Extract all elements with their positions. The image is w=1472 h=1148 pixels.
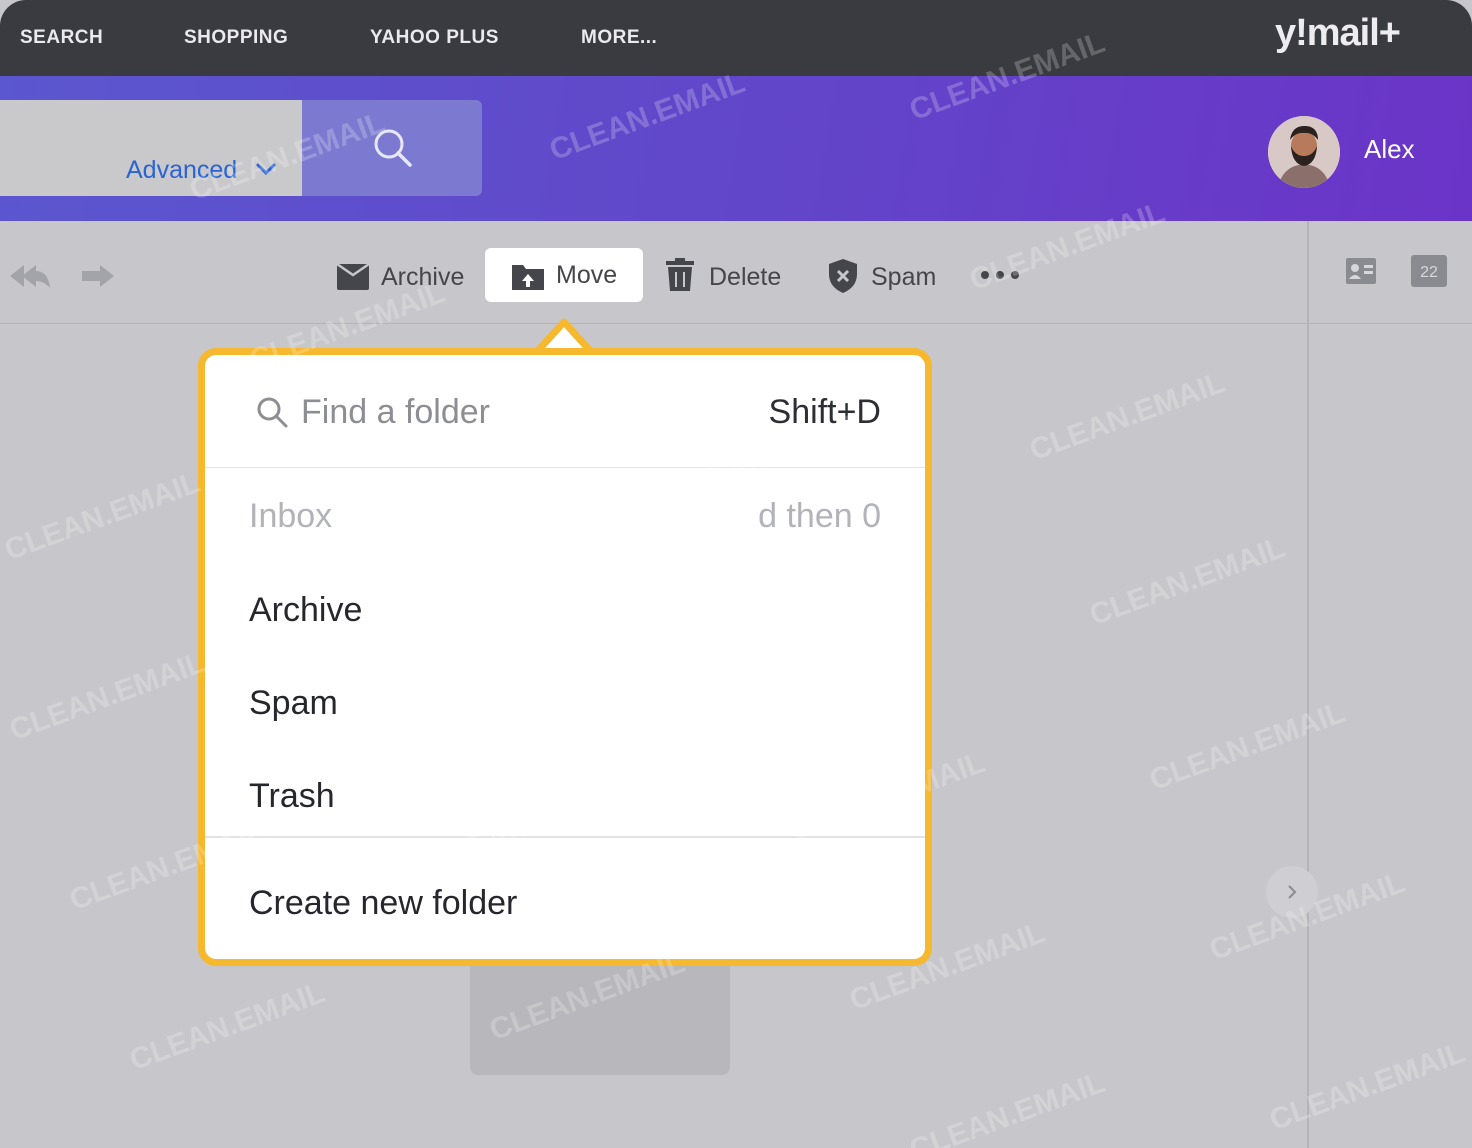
- nav-yahoo-plus-link[interactable]: YAHOO PLUS: [370, 27, 499, 49]
- yahoo-mail-plus-logo[interactable]: y!mail+: [1275, 12, 1401, 55]
- folder-item-trash[interactable]: Trash: [249, 777, 335, 816]
- trash-icon: [666, 258, 694, 291]
- watermark: CLEAN.EMAIL: [0, 465, 205, 568]
- find-folder-input[interactable]: [301, 393, 721, 432]
- header-band: Advanced Alex: [0, 76, 1472, 221]
- expand-panel-button[interactable]: [1266, 866, 1318, 918]
- more-actions-icon[interactable]: [980, 269, 1020, 281]
- watermark: CLEAN.EMAIL: [1265, 1035, 1470, 1138]
- watermark: CLEAN.EMAIL: [905, 1065, 1110, 1148]
- message-toolbar: Archive Move Delete Spam 22: [0, 221, 1472, 324]
- watermark: CLEAN.EMAIL: [125, 975, 330, 1078]
- top-navigation-bar: SEARCH SHOPPING YAHOO PLUS MORE... y!mai…: [0, 0, 1472, 76]
- search-field[interactable]: Advanced: [0, 100, 302, 196]
- chevron-down-icon: [256, 163, 276, 176]
- folder-item-spam[interactable]: Spam: [249, 684, 338, 723]
- archive-button[interactable]: Archive: [381, 263, 464, 292]
- watermark: CLEAN.EMAIL: [5, 645, 210, 748]
- nav-shopping-link[interactable]: SHOPPING: [184, 27, 288, 49]
- move-to-folder-icon: [512, 265, 544, 290]
- move-button-label: Move: [556, 261, 618, 289]
- spam-button[interactable]: Spam: [871, 263, 936, 292]
- contacts-card-icon[interactable]: [1345, 257, 1377, 285]
- search-icon: [374, 129, 412, 167]
- folder-item-archive[interactable]: Archive: [249, 591, 362, 630]
- user-name[interactable]: Alex: [1364, 134, 1415, 165]
- calendar-icon[interactable]: 22: [1411, 255, 1447, 287]
- mail-app-window: SEARCH SHOPPING YAHOO PLUS MORE... y!mai…: [0, 0, 1472, 1148]
- nav-search-link[interactable]: SEARCH: [20, 27, 103, 49]
- avatar-illustration-icon: [1268, 116, 1340, 188]
- move-to-folder-menu: Shift+D Inbox d then 0 Archive Spam Tras…: [198, 348, 932, 966]
- folder-item-inbox-shortcut: d then 0: [758, 497, 881, 535]
- chevron-right-icon: [1288, 885, 1297, 899]
- archive-icon: [336, 262, 370, 290]
- advanced-search-toggle[interactable]: Advanced: [126, 156, 237, 185]
- nav-more-link[interactable]: MORE...: [581, 27, 657, 49]
- calendar-day: 22: [1420, 264, 1438, 281]
- folder-search-row: Shift+D: [205, 355, 925, 468]
- folder-item-inbox: Inbox: [249, 497, 333, 535]
- watermark: CLEAN.EMAIL: [1025, 365, 1230, 468]
- create-new-folder-button[interactable]: Create new folder: [249, 884, 517, 923]
- user-avatar[interactable]: [1268, 116, 1340, 188]
- find-folder-shortcut: Shift+D: [768, 393, 881, 431]
- watermark: CLEAN.EMAIL: [1085, 530, 1290, 633]
- spam-shield-icon: [829, 259, 857, 293]
- search-button[interactable]: [302, 100, 482, 196]
- reply-all-icon[interactable]: [6, 261, 50, 291]
- search-icon: [257, 397, 288, 428]
- delete-button[interactable]: Delete: [709, 263, 781, 292]
- forward-icon[interactable]: [80, 261, 116, 291]
- move-button[interactable]: Move: [485, 248, 643, 302]
- right-panel-divider: [1307, 221, 1309, 1148]
- menu-divider: [205, 836, 925, 838]
- watermark: CLEAN.EMAIL: [1145, 695, 1350, 798]
